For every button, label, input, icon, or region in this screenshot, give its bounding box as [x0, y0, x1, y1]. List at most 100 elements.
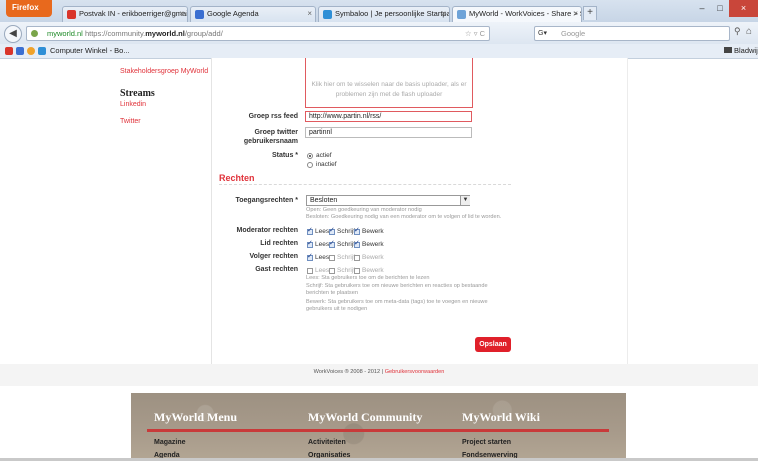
sidebar-link-stakeholdersgroep[interactable]: Stakeholdersgroep MyWorld: [120, 68, 208, 75]
permission-label: Schrijf: [337, 254, 356, 261]
new-tab-button[interactable]: +: [583, 6, 597, 20]
url-host: myworld.nl: [47, 29, 83, 38]
tab-title: Google Agenda: [207, 9, 259, 18]
permission-checkbox[interactable]: [307, 239, 313, 248]
calendar-icon: [195, 10, 204, 19]
twitter-username-label: Groep twitter gebruikersnaam: [243, 129, 298, 145]
rss-feed-label: Groep rss feed: [248, 113, 298, 120]
section-divider: [219, 184, 511, 185]
perm-help-line: gebruikers uit te nodigen: [306, 306, 368, 312]
bookmark-icon[interactable]: [27, 47, 35, 55]
bookmark-icon[interactable]: [16, 47, 24, 55]
footer-link-project-starten[interactable]: Project starten: [462, 439, 511, 446]
site-identity-icon[interactable]: [31, 30, 38, 37]
copyright-text: WorkVoices ® 2008 - 2012 |: [313, 369, 384, 375]
search-input[interactable]: G▾ Google: [534, 26, 730, 41]
url-prefix: https://community.: [84, 29, 146, 38]
search-icon[interactable]: ⚲: [734, 26, 741, 37]
member-rights-label: Lid rechten: [260, 240, 298, 247]
rss-feed-input[interactable]: http://www.partin.nl/rss/: [305, 111, 472, 122]
gmail-icon: [67, 10, 76, 19]
permission-label: Bewerk: [362, 228, 384, 235]
follower-rights-label: Volger rechten: [249, 253, 299, 260]
footer-heading-wiki: MyWorld Wiki: [462, 410, 540, 424]
bookmarks-menu[interactable]: Bladwijzers: [724, 45, 758, 57]
url-path: /group/add/: [184, 29, 223, 38]
folder-icon: [724, 47, 732, 53]
perm-help-line: berichten te plaatsen: [306, 290, 358, 296]
permission-checkbox[interactable]: [329, 268, 335, 274]
guest-rights-label: Gast rechten: [255, 266, 298, 273]
browser-tab-myworld[interactable]: MyWorld - WorkVoices - Share > Sear... ×: [452, 6, 582, 22]
terms-link[interactable]: Gebruikersvoorwaarden: [385, 369, 445, 375]
status-label: Status *: [271, 152, 298, 159]
permission-label: Bewerk: [362, 241, 384, 248]
sidebar-link-linkedin[interactable]: Linkedin: [120, 101, 146, 108]
bookmark-star-icon[interactable]: ☆ ▿ C: [465, 27, 485, 40]
permission-label: Schrijf: [337, 228, 356, 235]
bookmark-computer-winkel[interactable]: Computer Winkel - Bo...: [50, 45, 130, 57]
status-radio-inactief[interactable]: [307, 162, 313, 168]
firefox-menu-button[interactable]: Firefox: [6, 0, 52, 17]
address-bar[interactable]: myworld.nl https://community.myworld.nl/…: [26, 26, 490, 41]
permission-checkbox[interactable]: [307, 252, 313, 261]
sidebar-link-twitter[interactable]: Twitter: [120, 118, 141, 125]
close-icon[interactable]: ×: [179, 7, 184, 21]
footer-panel: [131, 393, 626, 461]
uploader-switch-box[interactable]: Klik hier om te wisselen naar de basis u…: [305, 58, 473, 108]
gmail-icon[interactable]: [5, 47, 13, 55]
access-rights-label: Toegangsrechten *: [235, 197, 299, 204]
access-help-besloten: Besloten: Goedkeuring nodig van een mode…: [306, 214, 502, 220]
status-option-label: inactief: [316, 161, 337, 168]
close-icon[interactable]: ×: [573, 7, 578, 21]
browser-tab-gmail[interactable]: Postvak IN - erikboerriger@gmail.co... ×: [62, 6, 188, 22]
maximize-icon[interactable]: □: [711, 0, 729, 17]
google-icon[interactable]: G▾: [538, 29, 556, 38]
chevron-down-icon[interactable]: ▼: [460, 196, 470, 205]
permission-checkbox[interactable]: [354, 268, 360, 274]
browser-tab-google-agenda[interactable]: Google Agenda ×: [190, 6, 316, 22]
back-arrow-icon[interactable]: ◀: [4, 25, 22, 43]
permission-checkbox[interactable]: [354, 255, 360, 261]
permission-label: Schrijf: [337, 241, 356, 248]
tab-title: MyWorld - WorkVoices - Share > Sear...: [469, 9, 581, 18]
permission-checkbox[interactable]: [329, 255, 335, 261]
status-radio-actief[interactable]: [307, 153, 313, 159]
permission-label: Schrijf: [337, 267, 356, 274]
permission-checkbox[interactable]: [354, 239, 360, 248]
footer-divider: [147, 429, 609, 432]
tab-title: Symbaloo | Je persoonlijke Startpagina: [335, 9, 449, 18]
permission-checkbox[interactable]: [329, 239, 335, 248]
streams-heading: Streams: [120, 88, 155, 99]
status-option-label: actief: [316, 152, 332, 159]
minimize-icon[interactable]: –: [693, 0, 711, 17]
footer-heading-community: MyWorld Community: [308, 410, 423, 424]
permission-label: Bewerk: [362, 267, 384, 274]
search-placeholder: Google: [561, 29, 586, 38]
uploader-message[interactable]: Klik hier om te wisselen naar de basis u…: [312, 81, 467, 98]
footer-heading-menu: MyWorld Menu: [154, 410, 237, 424]
permission-label: Lees: [315, 254, 330, 261]
right-column: [519, 58, 628, 364]
permission-checkbox[interactable]: [354, 226, 360, 235]
close-icon[interactable]: ×: [441, 7, 446, 21]
url-host-bold: myworld.nl: [145, 29, 185, 38]
permission-checkbox[interactable]: [329, 226, 335, 235]
permission-checkbox[interactable]: [307, 226, 313, 235]
perm-help-line: Lees: Sta gebruikers toe om de berichten…: [306, 275, 430, 281]
twitter-username-input[interactable]: partinnl: [305, 127, 472, 138]
close-icon[interactable]: ×: [307, 7, 312, 21]
window-close-icon[interactable]: ×: [729, 0, 758, 17]
home-icon[interactable]: ⌂: [746, 26, 758, 40]
bookmark-icon[interactable]: [38, 47, 46, 55]
save-button[interactable]: Opslaan: [475, 337, 511, 352]
footer-link-magazine[interactable]: Magazine: [154, 439, 186, 446]
symbaloo-icon: [323, 10, 332, 19]
moderator-rights-label: Moderator rechten: [236, 227, 298, 234]
permission-label: Lees: [315, 267, 330, 274]
permission-checkbox[interactable]: [307, 268, 313, 274]
footer-link-activiteiten[interactable]: Activiteiten: [308, 439, 346, 446]
tab-title: Postvak IN - erikboerriger@gmail.co...: [79, 9, 188, 18]
browser-tab-symbaloo[interactable]: Symbaloo | Je persoonlijke Startpagina ×: [318, 6, 450, 22]
access-rights-select[interactable]: Besloten: [306, 195, 470, 206]
